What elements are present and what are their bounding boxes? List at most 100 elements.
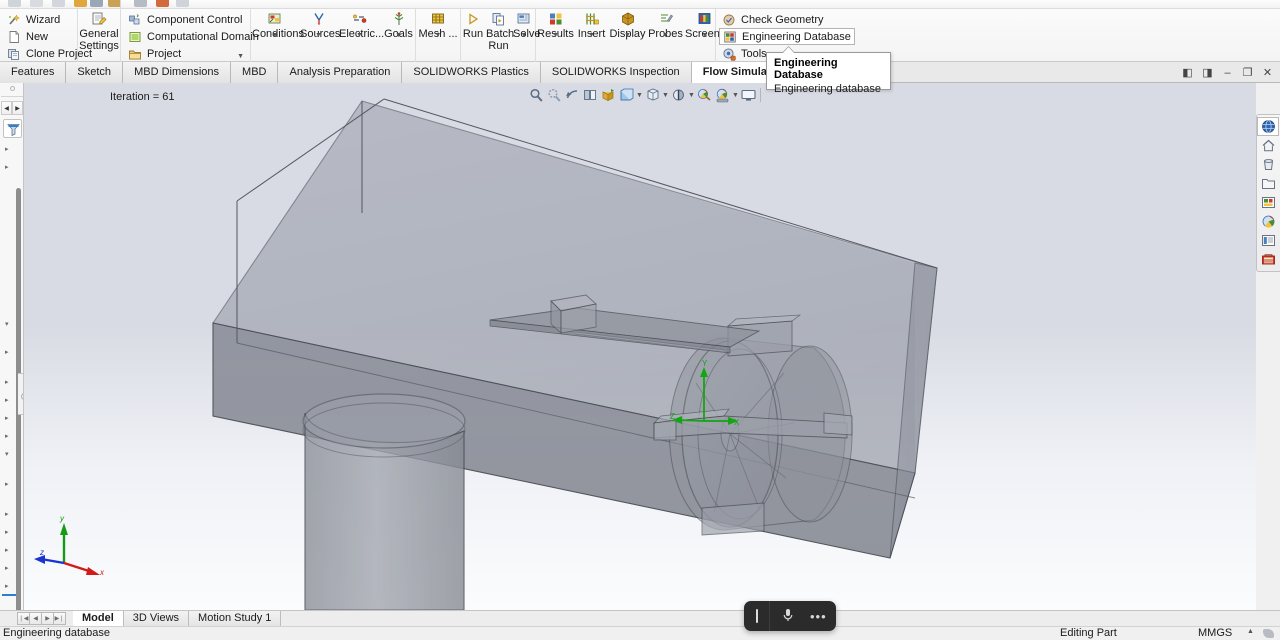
toolbar-icon-b[interactable] [30, 0, 43, 7]
microphone-icon[interactable] [781, 607, 795, 626]
tab-analysis-preparation[interactable]: Analysis Preparation [278, 62, 403, 83]
units-caret[interactable]: ▲ [1247, 628, 1254, 635]
units-label[interactable]: MMGS [1198, 627, 1232, 639]
ribbon-group-results: Results ▼ Insert ▼ Display ▼ Probes ▼ Sc… [536, 9, 729, 62]
mesh-caret[interactable]: ▼ [416, 32, 460, 39]
drag-handle[interactable] [756, 609, 758, 623]
tab-mbd[interactable]: MBD [231, 62, 279, 83]
tools-icon [722, 47, 736, 61]
tab-mbd-dimensions[interactable]: MBD Dimensions [123, 62, 232, 83]
definition-dropdown-caret[interactable]: ▼ [237, 53, 244, 60]
solidworks-forum-icon[interactable] [1257, 250, 1279, 269]
insert-caret[interactable]: ▼ [575, 32, 608, 39]
project-folder-icon [128, 47, 142, 61]
more-options-icon[interactable]: ••• [810, 609, 827, 624]
appearances-scenes-icon[interactable] [1257, 212, 1279, 231]
ribbon-group-definition: Component Control Computational Domain P… [121, 9, 259, 62]
minimize-button[interactable]: – [1219, 64, 1236, 81]
engineering-database-button[interactable]: Engineering Database [719, 28, 855, 45]
tree-expand-arrow[interactable]: ▸ [5, 348, 13, 356]
tree-expand-arrow[interactable]: ▸ [5, 480, 13, 488]
tree-expand-arrow[interactable]: ▸ [5, 546, 13, 554]
toolbar-icon-h[interactable] [156, 0, 169, 7]
general-settings-icon [91, 11, 107, 27]
tree-nav-back[interactable]: ◀ [1, 101, 12, 115]
design-library-icon[interactable] [1257, 155, 1279, 174]
goals-button[interactable]: Goals ▼ [381, 10, 416, 41]
3d-content-central-icon[interactable] [1257, 117, 1279, 136]
toolbar-icon-a[interactable] [8, 0, 21, 7]
panel-resize-dot[interactable] [10, 86, 15, 91]
tree-collapse-arrow[interactable]: ▾ [5, 320, 13, 328]
tooltip-title: Engineering Database [774, 57, 838, 81]
run-button[interactable]: Run [461, 10, 485, 41]
pin-left-button[interactable]: ◧ [1179, 64, 1196, 81]
tree-expand-arrow[interactable]: ▸ [5, 163, 13, 171]
sources-button[interactable]: Sources ▼ [299, 10, 340, 41]
tree-expand-arrow[interactable]: ▸ [5, 145, 13, 153]
tree-expand-arrow[interactable]: ▸ [5, 378, 13, 386]
toolbar-icon-e[interactable] [90, 0, 103, 7]
view-palette-icon[interactable] [1257, 193, 1279, 212]
conditions-button[interactable]: Conditions ▼ [251, 10, 304, 41]
triad-z-label: z [39, 548, 44, 557]
ribbon-group-mesh: Mesh ... ▼ [416, 9, 461, 62]
tree-expand-arrow[interactable]: ▸ [5, 582, 13, 590]
command-manager-tab-bar: Features Sketch MBD Dimensions MBD Analy… [0, 62, 1280, 83]
tree-expand-arrow[interactable]: ▸ [5, 510, 13, 518]
insert-button[interactable]: Insert ▼ [575, 10, 608, 41]
run-icon [465, 11, 481, 27]
close-button[interactable]: ✕ [1259, 64, 1276, 81]
restore-button[interactable]: ❐ [1239, 64, 1256, 81]
display-button[interactable]: Display ▼ [608, 10, 647, 41]
doc-tab-motion-study[interactable]: Motion Study 1 [189, 611, 282, 627]
pin-right-button[interactable]: ◨ [1199, 64, 1216, 81]
component-control-button[interactable]: Component Control [125, 11, 262, 28]
graphics-viewport[interactable]: Iteration = 61 ▼ ▼ ▼ ▼ Y X Z y x z [24, 83, 1256, 610]
tab-solidworks-inspection[interactable]: SOLIDWORKS Inspection [540, 62, 692, 83]
custom-properties-icon[interactable] [1257, 231, 1279, 250]
recording-control-bar[interactable]: ••• [744, 601, 836, 631]
tree-filter-button[interactable] [3, 119, 22, 138]
tree-expand-arrow[interactable]: ▸ [5, 414, 13, 422]
toolbar-icon-d[interactable] [74, 0, 87, 7]
document-tabs: Model 3D Views Motion Study 1 [73, 611, 282, 627]
electrical-button[interactable]: Electric... ▼ [338, 10, 384, 41]
probes-button[interactable]: Probes ▼ [647, 10, 684, 41]
goals-caret[interactable]: ▼ [381, 32, 416, 39]
tree-expand-arrow[interactable]: ▸ [5, 528, 13, 536]
computational-domain-button[interactable]: Computational Domain [125, 28, 262, 45]
home-icon[interactable] [1257, 136, 1279, 155]
model-3d-view[interactable]: Y X Z y x z [24, 83, 1256, 610]
tree-expand-arrow[interactable]: ▸ [5, 564, 13, 572]
toolbar-icon-i[interactable] [176, 0, 189, 7]
batch-run-button[interactable]: Batch Run [485, 10, 514, 52]
mesh-button[interactable]: Mesh ... ▼ [416, 10, 460, 41]
tree-expand-arrow[interactable]: ▸ [5, 396, 13, 404]
toolbar-icon-g[interactable] [134, 0, 147, 7]
tree-nav-forward[interactable]: ▶ [12, 101, 23, 115]
general-settings-button[interactable]: General Settings [78, 10, 120, 52]
file-explorer-icon[interactable] [1257, 174, 1279, 193]
results-button[interactable]: Results ▼ [536, 10, 575, 41]
results-caret[interactable]: ▼ [536, 32, 575, 39]
electrical-icon [352, 11, 368, 27]
doc-tab-3d-views[interactable]: 3D Views [123, 611, 190, 627]
toolbar-icon-c[interactable] [52, 0, 65, 7]
nav-last-button[interactable]: ▶❘ [53, 612, 66, 625]
probes-caret[interactable]: ▼ [647, 32, 684, 39]
tab-features[interactable]: Features [0, 62, 67, 83]
component-control-icon [128, 13, 142, 27]
tab-solidworks-plastics[interactable]: SOLIDWORKS Plastics [402, 62, 541, 83]
tree-expand-arrow[interactable]: ▸ [5, 432, 13, 440]
tab-sketch[interactable]: Sketch [66, 62, 124, 83]
electrical-caret[interactable]: ▼ [338, 32, 381, 39]
tree-collapse-arrow[interactable]: ▾ [5, 450, 13, 458]
solve-button[interactable]: Solve ▼ [512, 10, 541, 41]
display-caret[interactable]: ▼ [608, 32, 647, 39]
solve-caret[interactable]: ▼ [512, 32, 536, 39]
check-geometry-button[interactable]: Check Geometry [719, 11, 855, 28]
conditions-caret[interactable]: ▼ [251, 32, 299, 39]
doc-tab-model[interactable]: Model [73, 611, 124, 627]
sources-caret[interactable]: ▼ [299, 32, 338, 39]
